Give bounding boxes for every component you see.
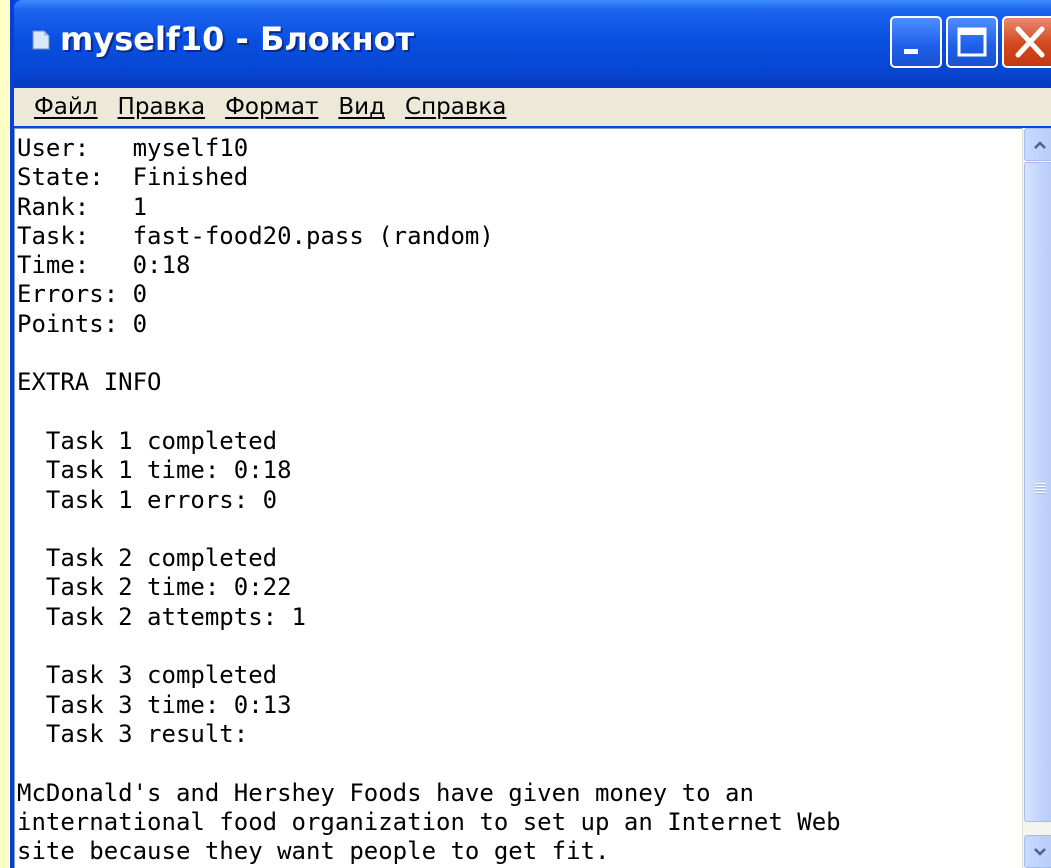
text-line: Task 2 completed xyxy=(17,544,278,573)
text-line: international food organization to set u… xyxy=(17,807,841,836)
menu-format[interactable]: Формат xyxy=(225,94,318,120)
notepad-window: myself10 - Блокнот Файл Правка Формат Ви… xyxy=(10,0,1051,868)
text-editor[interactable]: User: myself10 State: Finished Rank: 1 T… xyxy=(14,128,1022,868)
text-line: User: myself10 xyxy=(17,134,249,162)
text-line: Task 3 result: xyxy=(17,719,249,748)
text-line: Task 1 completed xyxy=(17,426,278,455)
text-line: Errors: 0 xyxy=(17,280,148,309)
text-line: Task 1 errors: 0 xyxy=(17,485,278,514)
scroll-up-arrow-icon xyxy=(1033,140,1046,149)
scroll-thumb[interactable] xyxy=(1024,162,1051,822)
menu-edit[interactable]: Правка xyxy=(118,94,206,120)
text-line: Task 2 time: 0:22 xyxy=(17,573,292,602)
scroll-down-button[interactable] xyxy=(1024,835,1051,868)
title-bar[interactable]: myself10 - Блокнот xyxy=(14,0,1051,88)
scroll-down-arrow-icon xyxy=(1033,847,1046,856)
menu-bar: Файл Правка Формат Вид Справка xyxy=(14,88,1051,126)
maximize-button[interactable] xyxy=(946,16,998,68)
menu-help[interactable]: Справка xyxy=(405,94,506,120)
text-line: EXTRA INFO xyxy=(17,368,162,397)
minimize-button[interactable] xyxy=(890,16,942,68)
text-line: McDonald's and Hershey Foods have given … xyxy=(17,778,754,807)
text-line: State: Finished xyxy=(17,163,249,192)
text-line: Task 3 time: 0:13 xyxy=(17,690,292,719)
text-line: Task: fast-food20.pass (random) xyxy=(17,221,494,250)
editor-content[interactable]: User: myself10 State: Finished Rank: 1 T… xyxy=(15,129,1022,866)
vertical-scrollbar[interactable] xyxy=(1022,128,1051,868)
menu-view[interactable]: Вид xyxy=(338,94,385,120)
text-line: Points: 0 xyxy=(17,309,148,338)
text-line: Time: 0:18 xyxy=(17,251,191,280)
window-title: myself10 - Блокнот xyxy=(60,20,415,58)
text-line: Task 3 completed xyxy=(17,661,278,690)
scroll-up-button[interactable] xyxy=(1024,128,1051,161)
menu-file[interactable]: Файл xyxy=(34,94,98,120)
close-icon xyxy=(1015,26,1045,58)
notepad-icon xyxy=(32,30,50,50)
text-line: Task 1 time: 0:18 xyxy=(17,456,292,485)
maximize-icon xyxy=(957,27,987,57)
close-button[interactable] xyxy=(1002,16,1051,68)
grip-icon xyxy=(1035,483,1046,495)
text-line: site because they want people to get fit… xyxy=(17,837,610,866)
text-line: Task 2 attempts: 1 xyxy=(17,602,306,631)
minimize-icon xyxy=(904,49,918,54)
text-line: Rank: 1 xyxy=(17,192,148,221)
